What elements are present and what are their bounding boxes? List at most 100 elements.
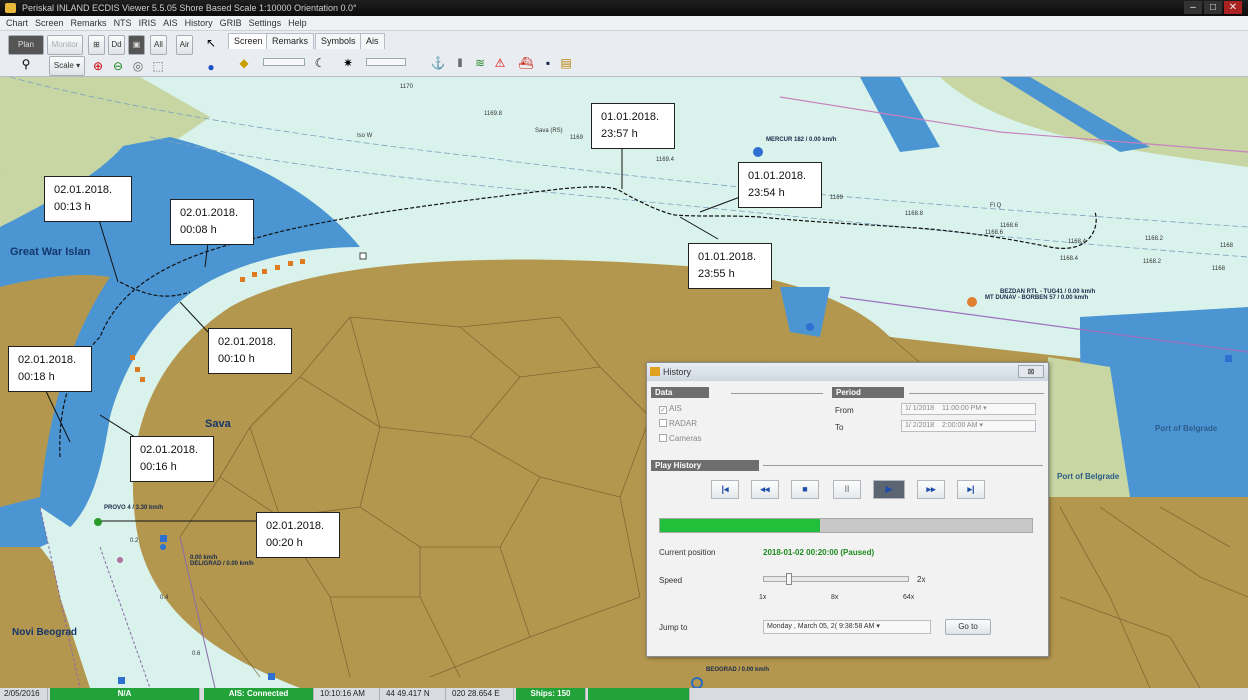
pointer-icon[interactable]: ↖ [203,35,219,51]
anchor-icon[interactable]: ⚓ [430,55,446,71]
skip-start-button[interactable]: |◂ [711,480,739,499]
display-icon[interactable]: ▣ [128,35,145,55]
menu-nts[interactable]: NTS [114,16,132,30]
svg-text:MT DUNAV - BORBEN 57 / 0.00 km: MT DUNAV - BORBEN 57 / 0.00 km/h [985,295,1089,301]
rewind-button[interactable]: ◂◂ [751,480,779,499]
track-timestamp: 02.01.2018. 00:13 h [44,176,132,222]
pause-button[interactable]: II [833,480,861,499]
menu-ais[interactable]: AIS [163,16,178,30]
menu-history[interactable]: History [185,16,213,30]
to-datetime-picker[interactable]: 1/ 2/2018 2:00:00 AM ▾ [901,420,1036,432]
menu-chart[interactable]: Chart [6,16,28,30]
zoom-in-icon[interactable]: ⊕ [90,58,106,74]
tab-ais[interactable]: Ais [360,33,385,49]
zoom-window-icon[interactable]: ⬚ [150,58,166,74]
target-icon[interactable]: ◎ [130,58,146,74]
history-title: History [663,367,692,377]
tab-screen[interactable]: Screen [228,33,269,49]
jump-to-datetime-picker[interactable]: Monday , March 05, 2( 9:38:58 AM ▾ [763,620,931,634]
tab-symbols[interactable]: Symbols [315,33,362,49]
minimize-icon[interactable]: – [1184,1,1202,14]
cameras-checkbox[interactable]: Cameras [659,434,701,443]
status-time: 10:10:16 AM [316,688,380,700]
playback-progress-fill [660,519,820,532]
title-bar: Periskal INLAND ECDIS Viewer 5.5.05 Shor… [0,0,1248,16]
monitor-button[interactable]: Monitor [47,35,83,55]
height-icon[interactable]: ‖ [452,55,468,71]
from-label: From [835,406,854,415]
app-icon [5,3,16,13]
speed-tick: 1x [759,594,767,601]
current-position-value: 2018-01-02 00:20:00 (Paused) [763,548,875,557]
sava-label: Sava [205,418,232,430]
night-mode-icon[interactable]: ✷ [340,55,356,71]
zoom-out-icon[interactable]: ⊖ [110,58,126,74]
ais-filter-icon[interactable]: ⊞ [88,35,105,55]
svg-text:1168.6: 1168.6 [1000,223,1019,229]
route-icon[interactable]: ≋ [472,55,488,71]
km-label: 1170 [400,84,414,90]
status-date: 2/05/2016 [0,688,48,700]
save-icon[interactable]: ▪ [540,55,556,71]
dd-icon[interactable]: Dd [108,35,125,55]
menu-screen[interactable]: Screen [35,16,64,30]
tab-remarks[interactable]: Remarks [266,33,315,49]
speed-slider[interactable] [763,573,909,585]
svg-text:1168.2: 1168.2 [1143,259,1162,265]
to-time: 2:00:00 AM [941,422,978,429]
warning-icon[interactable]: ⚠ [492,55,508,71]
history-dialog-title-bar[interactable]: History ⊠ [647,363,1048,381]
status-na: N/A [50,688,200,700]
maximize-icon[interactable]: □ [1204,1,1222,14]
history-icon [650,367,660,376]
radar-checkbox[interactable]: RADAR [659,419,697,428]
window-title: Periskal INLAND ECDIS Viewer 5.5.05 Shor… [22,3,357,13]
status-longitude: 020 28.654 E [448,688,514,700]
svg-text:Fl Q: Fl Q [990,203,1002,209]
from-datetime-picker[interactable]: 1/ 1/2018 11:00:00 PM ▾ [901,403,1036,415]
brightness-slider[interactable] [263,58,305,66]
divider [909,393,1044,394]
svg-text:1168.2: 1168.2 [1145,236,1164,242]
speed-slider-thumb[interactable] [786,573,792,585]
speed-tick: 8x [831,594,839,601]
day-mode-icon[interactable]: ◆ [236,55,252,71]
go-to-button[interactable]: Go to [945,619,991,635]
menu-grib[interactable]: GRIB [220,16,242,30]
divider [763,465,1043,466]
svg-text:1168.4: 1168.4 [1068,239,1087,245]
svg-text:1169.8: 1169.8 [484,111,503,117]
status-bar: 2/05/2016 N/A AIS: Connected 10:10:16 AM… [0,688,1248,700]
to-label: To [835,423,844,432]
jump-to-label: Jump to [659,623,688,632]
close-icon[interactable]: ✕ [1224,1,1242,14]
speed-label: Speed [659,576,683,585]
play-button[interactable]: ▶ [873,480,905,499]
plan-button[interactable]: Plan [8,35,44,55]
binoculars-icon[interactable]: ⚲ [18,56,34,72]
dimmer-slider[interactable] [366,58,406,66]
svg-text:Iso W: Iso W [357,133,373,139]
menu-help[interactable]: Help [288,16,307,30]
track-timestamp: 02.01.2018. 00:18 h [8,346,92,392]
playback-progress-bar[interactable] [659,518,1033,533]
close-icon[interactable]: ⊠ [1018,365,1044,378]
dusk-mode-icon[interactable]: ☾ [312,55,328,71]
fast-forward-button[interactable]: ▸▸ [917,480,945,499]
skip-end-button[interactable]: ▸| [957,480,985,499]
menu-settings[interactable]: Settings [249,16,282,30]
open-folder-icon[interactable]: ▤ [558,55,574,71]
ais-checkbox[interactable]: ✓ AIS [659,404,682,414]
chart-map[interactable]: 1170 1169.8 1169 1169.4 1169 1168.8 1168… [0,77,1248,688]
port-label: Port of Belgrade [1155,424,1218,433]
speed-tick: 64x [903,594,915,601]
ship-icon[interactable]: ⛴ [518,55,534,71]
info-icon[interactable]: ● [203,59,219,75]
menu-iris[interactable]: IRIS [139,16,157,30]
scale-dropdown[interactable]: Scale ▾ [49,56,85,76]
stop-button[interactable]: ■ [791,480,819,499]
track-timestamp: 02.01.2018. 00:10 h [208,328,292,374]
menu-remarks[interactable]: Remarks [71,16,107,30]
air-button[interactable]: Air [176,35,193,55]
ais-all-button[interactable]: All [150,35,167,55]
